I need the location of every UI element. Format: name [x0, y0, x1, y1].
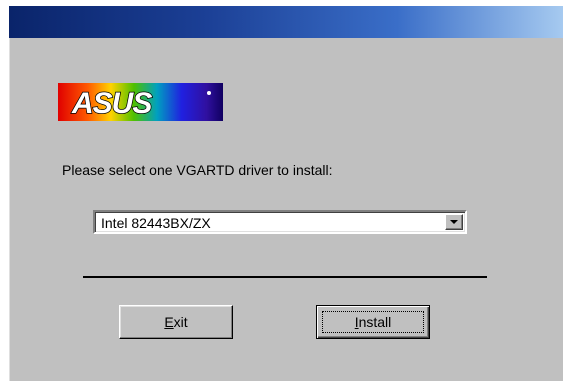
- dropdown-arrow-button[interactable]: [445, 214, 463, 230]
- exit-button[interactable]: Exit: [119, 305, 233, 339]
- install-button-label: Install: [354, 314, 392, 330]
- driver-prompt: Please select one VGARTD driver to insta…: [62, 162, 333, 178]
- driver-dropdown-value: Intel 82443BX/ZX: [101, 215, 211, 231]
- title-bar[interactable]: [9, 6, 563, 38]
- install-button[interactable]: Install: [316, 305, 430, 339]
- separator-line: [83, 276, 487, 278]
- chevron-down-icon: [450, 220, 458, 224]
- asus-logo-text: ASUS: [71, 87, 152, 120]
- asus-logo: ASUS: [58, 83, 223, 121]
- setup-dialog: ASUS Please select one VGARTD driver to …: [9, 6, 563, 381]
- driver-dropdown[interactable]: Intel 82443BX/ZX: [93, 210, 467, 234]
- exit-button-label: Exit: [164, 314, 188, 330]
